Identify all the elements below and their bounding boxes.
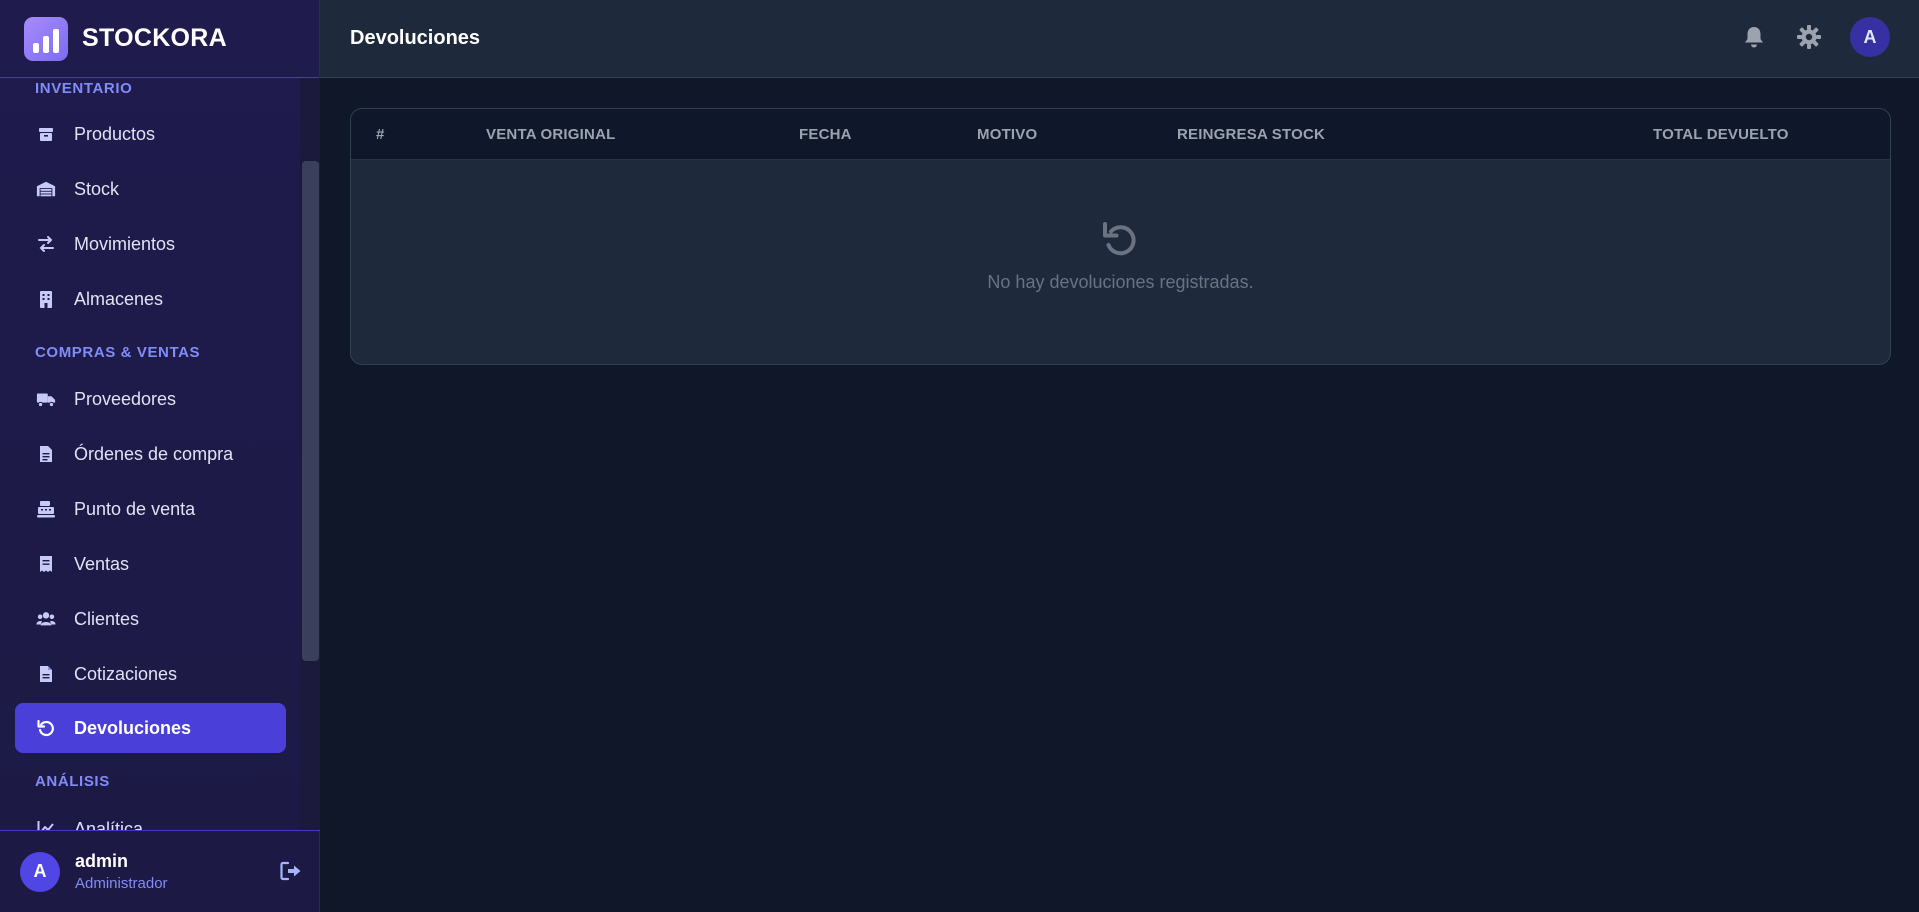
file-icon xyxy=(36,664,56,684)
sidebar-nav: INVENTARIO Productos Stock Movimientos A… xyxy=(0,78,300,830)
sidebar-item-label: Movimientos xyxy=(74,233,176,254)
user-panel: A admin Administrador xyxy=(0,830,320,912)
bar-chart-logo-icon xyxy=(24,16,68,61)
chart-line-icon xyxy=(36,819,56,830)
sidebar-item-punto-venta[interactable]: Punto de venta xyxy=(15,484,286,534)
undo-icon xyxy=(1101,220,1141,260)
section-title-analisis: ANÁLISIS xyxy=(35,773,110,790)
sidebar-item-analitica[interactable]: Analítica xyxy=(15,804,286,830)
column-header-reingresa-stock[interactable]: REINGRESA STOCK xyxy=(1177,109,1325,160)
cash-register-icon xyxy=(36,499,56,519)
sidebar-scroll-thumb[interactable] xyxy=(302,161,319,661)
column-header-total-devuelto[interactable]: TOTAL DEVUELTO xyxy=(1653,109,1789,160)
bell-icon[interactable] xyxy=(1740,23,1768,51)
header-actions: A xyxy=(1740,17,1890,57)
sidebar-item-devoluciones[interactable]: Devoluciones xyxy=(15,703,286,753)
users-icon xyxy=(36,609,56,629)
sidebar-item-label: Cotizaciones xyxy=(74,663,178,684)
column-header-fecha[interactable]: FECHA xyxy=(799,109,852,160)
user-role: Administrador xyxy=(75,875,168,892)
column-header-motivo[interactable]: MOTIVO xyxy=(977,109,1037,160)
sidebar-item-ventas[interactable]: Ventas xyxy=(15,539,286,589)
box-icon xyxy=(36,124,56,144)
section-title-inventario: INVENTARIO xyxy=(35,80,133,97)
truck-icon xyxy=(36,389,56,409)
page-title: Devoluciones xyxy=(350,27,481,49)
sidebar-item-label: Ventas xyxy=(74,553,130,574)
returns-table-card: # VENTA ORIGINAL FECHA MOTIVO REINGRESA … xyxy=(350,108,1891,365)
header-avatar[interactable]: A xyxy=(1850,17,1890,57)
receipt-icon xyxy=(36,554,56,574)
logout-icon[interactable] xyxy=(280,861,304,885)
sidebar-item-label: Proveedores xyxy=(74,388,177,409)
arrows-exchange-icon xyxy=(36,234,56,254)
sidebar-item-label: Almacenes xyxy=(74,288,164,309)
sidebar-item-label: Punto de venta xyxy=(74,498,196,519)
sidebar-item-label: Stock xyxy=(74,178,120,199)
sidebar-item-cotizaciones[interactable]: Cotizaciones xyxy=(15,649,286,699)
sidebar-item-ordenes-compra[interactable]: Órdenes de compra xyxy=(15,429,286,479)
top-header: Devoluciones A xyxy=(320,0,1919,78)
warehouse-icon xyxy=(36,179,56,199)
sidebar-item-productos[interactable]: Productos xyxy=(15,109,286,159)
column-header-venta-original[interactable]: VENTA ORIGINAL xyxy=(486,109,615,160)
section-title-compras-ventas: COMPRAS & VENTAS xyxy=(35,344,201,361)
gear-icon[interactable] xyxy=(1795,23,1823,51)
sidebar-item-stock[interactable]: Stock xyxy=(15,164,286,214)
sidebar-item-proveedores[interactable]: Proveedores xyxy=(15,374,286,424)
undo-icon xyxy=(36,718,56,738)
building-icon xyxy=(36,289,56,309)
sidebar-item-clientes[interactable]: Clientes xyxy=(15,594,286,644)
column-header-number[interactable]: # xyxy=(376,109,385,160)
sidebar-item-label: Órdenes de compra xyxy=(74,443,234,464)
avatar[interactable]: A xyxy=(20,851,60,892)
sidebar-item-label: Devoluciones xyxy=(74,717,192,738)
user-name: admin xyxy=(75,851,129,871)
user-info: admin Administrador xyxy=(75,851,168,892)
sidebar-item-movimientos[interactable]: Movimientos xyxy=(15,219,286,269)
brand[interactable]: STOCKORA xyxy=(0,0,319,78)
empty-state: No hay devoluciones registradas. xyxy=(351,160,1890,364)
sidebar-scrollbar[interactable] xyxy=(300,78,320,830)
document-icon xyxy=(36,444,56,464)
sidebar-item-label: Clientes xyxy=(74,608,140,629)
sidebar: STOCKORA INVENTARIO Productos Stock Movi… xyxy=(0,0,320,912)
table-header: # VENTA ORIGINAL FECHA MOTIVO REINGRESA … xyxy=(351,109,1890,160)
sidebar-item-label: Productos xyxy=(74,123,156,144)
brand-name: STOCKORA xyxy=(82,24,228,52)
sidebar-item-label: Analítica xyxy=(74,818,144,831)
sidebar-item-almacenes[interactable]: Almacenes xyxy=(15,274,286,324)
empty-message: No hay devoluciones registradas. xyxy=(987,272,1254,292)
